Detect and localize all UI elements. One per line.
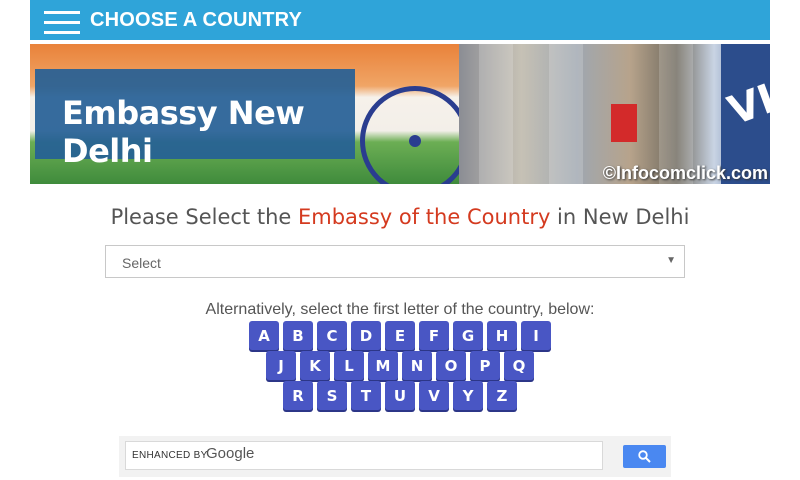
hero-banner: VISA Embassy New Delhi ©Infocomclick.com <box>30 44 770 184</box>
letter-button[interactable]: V <box>419 381 449 410</box>
letter-button[interactable]: K <box>300 351 330 380</box>
letter-button[interactable]: A <box>249 321 279 350</box>
search-enhanced-label: ENHANCED BY <box>132 450 208 461</box>
letter-button[interactable]: I <box>521 321 551 350</box>
search-field[interactable]: ENHANCED BY Google <box>125 441 603 470</box>
letter-button[interactable]: N <box>402 351 432 380</box>
ashoka-chakra-graphic <box>360 86 470 184</box>
letter-button[interactable]: M <box>368 351 398 380</box>
letter-button[interactable]: Y <box>453 381 483 410</box>
google-search-box: ENHANCED BY Google <box>119 436 671 477</box>
letter-button[interactable]: T <box>351 381 381 410</box>
copyright-watermark: ©Infocomclick.com <box>602 163 768 183</box>
search-button[interactable] <box>623 445 666 468</box>
alphabet-intro: Alternatively, select the first letter o… <box>205 301 595 318</box>
letter-button[interactable]: F <box>419 321 449 350</box>
dropdown-arrow-icon: ▼ <box>666 255 676 266</box>
letter-button[interactable]: H <box>487 321 517 350</box>
letter-button[interactable]: S <box>317 381 347 410</box>
letter-button[interactable]: J <box>266 351 296 380</box>
alphabet-row-3: R S T U V Y Z <box>0 381 800 410</box>
banner-title: Embassy New Delhi <box>62 94 305 170</box>
letter-button[interactable]: U <box>385 381 415 410</box>
letter-button[interactable]: C <box>317 321 347 350</box>
letter-button[interactable]: E <box>385 321 415 350</box>
letter-button[interactable]: D <box>351 321 381 350</box>
letter-button[interactable]: L <box>334 351 364 380</box>
heading-prefix: Please Select the <box>110 205 298 229</box>
top-bar: CHOOSE A COUNTRY <box>30 0 770 40</box>
letter-button[interactable]: B <box>283 321 313 350</box>
heading-suffix: in New Delhi <box>550 205 690 229</box>
alphabet-row-1: A B C D E F G H I <box>0 321 800 350</box>
alphabet-row-2: J K L M N O P Q <box>0 351 800 380</box>
search-input[interactable] <box>258 446 587 467</box>
google-logo: Google <box>206 445 255 462</box>
letter-button[interactable]: O <box>436 351 466 380</box>
section-heading: Please Select the Embassy of the Country… <box>0 205 800 229</box>
search-icon <box>638 450 651 463</box>
letter-button[interactable]: G <box>453 321 483 350</box>
country-select[interactable]: Select ▼ <box>105 245 685 278</box>
letter-button[interactable]: Q <box>504 351 534 380</box>
page-header-title: CHOOSE A COUNTRY <box>90 9 303 31</box>
heading-accent: Embassy of the Country <box>297 205 551 229</box>
hamburger-menu-icon[interactable] <box>44 11 80 35</box>
select-value: Select <box>122 255 161 271</box>
letter-button[interactable]: Z <box>487 381 517 410</box>
letter-button[interactable]: P <box>470 351 500 380</box>
banner-title-box: Embassy New Delhi <box>35 69 355 170</box>
letter-button[interactable]: R <box>283 381 313 410</box>
